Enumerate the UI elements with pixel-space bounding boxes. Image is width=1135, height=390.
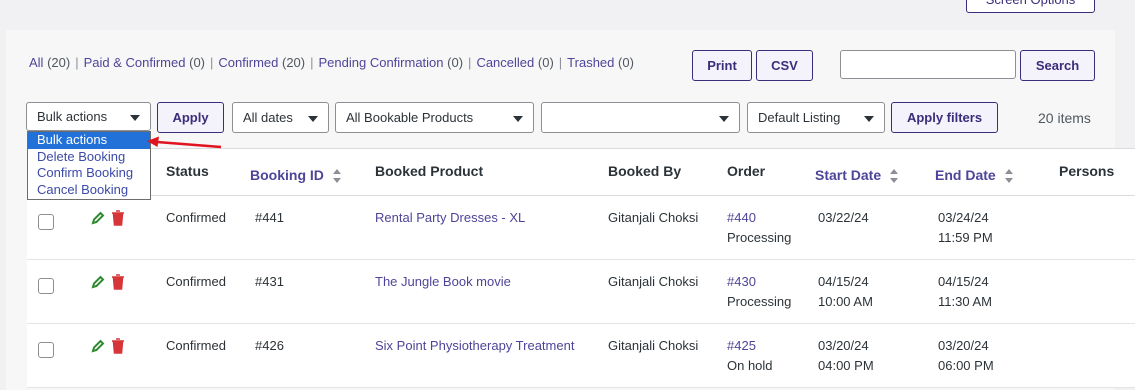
- chevron-down-icon: [719, 115, 729, 122]
- annotation-arrow-icon: [147, 136, 222, 149]
- row-checkbox[interactable]: [38, 278, 54, 294]
- order-status: On hold: [727, 358, 773, 373]
- screen-options-button[interactable]: Screen Options: [966, 0, 1095, 13]
- column-header-booking-id[interactable]: Booking ID: [250, 167, 342, 184]
- booked-product-link[interactable]: Six Point Physiotherapy Treatment: [375, 336, 574, 356]
- booked-by: Gitanjali Choksi: [608, 210, 699, 225]
- order-link[interactable]: #440: [727, 208, 756, 228]
- search-input[interactable]: [840, 50, 1016, 79]
- chevron-down-icon: [513, 115, 523, 122]
- separator: |: [468, 55, 472, 70]
- column-header-status: Status: [166, 163, 209, 179]
- status-link-cancelled[interactable]: Cancelled (0): [476, 55, 553, 70]
- trash-icon[interactable]: [111, 210, 125, 226]
- trash-icon[interactable]: [111, 274, 125, 290]
- booking-status: Confirmed: [166, 338, 226, 353]
- status-link-paid-confirmed[interactable]: Paid & Confirmed (0): [84, 55, 205, 70]
- status-filter-links: All (20) | Paid & Confirmed (0) | Confirmed …: [29, 55, 634, 70]
- bookings-table: Status Booking ID Booked Product Booked …: [27, 148, 1135, 388]
- dates-filter-select[interactable]: All dates: [232, 102, 329, 133]
- order-status: Processing: [727, 230, 792, 245]
- booking-id: #441: [255, 210, 284, 225]
- pencil-icon[interactable]: [91, 211, 105, 225]
- start-date: 04/15/24: [818, 274, 869, 289]
- items-count: 20 items: [1038, 110, 1091, 126]
- end-date: 03/24/24: [938, 210, 989, 225]
- start-date: 03/20/24: [818, 338, 869, 353]
- end-time: 11:30 AM: [938, 294, 992, 309]
- column-header-start-date[interactable]: Start Date: [815, 167, 899, 184]
- bulk-option-confirm-booking[interactable]: Confirm Booking: [28, 165, 150, 182]
- bulk-option-cancel-booking[interactable]: Cancel Booking: [28, 182, 150, 199]
- separator: |: [558, 55, 563, 70]
- bulk-option-bulk-actions[interactable]: Bulk actions: [28, 132, 150, 149]
- booking-id: #431: [255, 274, 284, 289]
- row-checkbox[interactable]: [38, 214, 54, 230]
- booking-status: Confirmed: [166, 210, 226, 225]
- status-link-confirmed[interactable]: Confirmed (20): [218, 55, 305, 70]
- separator: |: [310, 55, 314, 70]
- listing-filter-select[interactable]: Default Listing: [747, 102, 885, 133]
- bulk-option-delete-booking[interactable]: Delete Booking: [28, 149, 150, 166]
- booked-product-link[interactable]: Rental Party Dresses - XL: [375, 208, 525, 228]
- column-header-start-date-label: Start Date: [815, 167, 882, 183]
- booked-by: Gitanjali Choksi: [608, 274, 699, 289]
- table-row: Confirmed #441 Rental Party Dresses - XL…: [27, 196, 1135, 260]
- sort-icon: [890, 169, 899, 184]
- order-status: Processing: [727, 294, 792, 309]
- products-filter-select[interactable]: All Bookable Products: [335, 102, 534, 133]
- pencil-icon[interactable]: [91, 275, 105, 289]
- booking-status: Confirmed: [166, 274, 226, 289]
- row-checkbox[interactable]: [38, 342, 54, 358]
- sort-icon: [1004, 169, 1013, 184]
- pencil-icon[interactable]: [91, 339, 105, 353]
- separator: |: [210, 55, 214, 70]
- column-header-persons: Persons: [1059, 163, 1115, 179]
- column-header-booked-by: Booked By: [608, 163, 682, 179]
- products-filter-value: All Bookable Products: [346, 110, 474, 125]
- order-link[interactable]: #430: [727, 272, 756, 292]
- bulk-actions-select[interactable]: Bulk actions: [26, 102, 151, 131]
- end-date: 04/15/24: [938, 274, 989, 289]
- column-header-order: Order: [727, 163, 766, 179]
- listing-filter-value: Default Listing: [758, 110, 841, 125]
- booked-product-link[interactable]: The Jungle Book movie: [375, 272, 511, 292]
- dates-filter-value: All dates: [243, 110, 293, 125]
- bulk-actions-dropdown: Bulk actions Delete Booking Confirm Book…: [27, 131, 151, 200]
- search-button[interactable]: Search: [1020, 50, 1095, 81]
- start-time: 04:00 PM: [818, 358, 874, 373]
- table-row: Confirmed #431 The Jungle Book movie Git…: [27, 260, 1135, 324]
- sort-icon: [332, 169, 341, 184]
- start-date: 03/22/24: [818, 210, 869, 225]
- status-link-trashed[interactable]: Trashed (0): [567, 55, 634, 70]
- apply-filters-button[interactable]: Apply filters: [891, 102, 998, 133]
- chevron-down-icon: [308, 115, 318, 122]
- table-row: Confirmed #426 Six Point Physiotherapy T…: [27, 324, 1135, 388]
- separator: |: [75, 55, 79, 70]
- chevron-down-icon: [130, 114, 140, 121]
- end-date: 03/20/24: [938, 338, 989, 353]
- customer-filter-select[interactable]: [541, 102, 740, 133]
- end-time: 11:59 PM: [938, 230, 993, 245]
- column-header-booking-id-label: Booking ID: [250, 167, 324, 183]
- status-link-pending[interactable]: Pending Confirmation (0): [319, 55, 464, 70]
- bulk-actions-value: Bulk actions: [37, 109, 108, 124]
- order-link[interactable]: #425: [727, 336, 756, 356]
- column-header-end-date[interactable]: End Date: [935, 167, 1014, 184]
- end-time: 06:00 PM: [938, 358, 994, 373]
- start-time: 10:00 AM: [818, 294, 873, 309]
- column-header-booked-product: Booked Product: [375, 163, 484, 179]
- booking-id: #426: [255, 338, 284, 353]
- column-header-end-date-label: End Date: [935, 167, 996, 183]
- print-button[interactable]: Print: [692, 50, 752, 81]
- apply-button[interactable]: Apply: [157, 102, 224, 133]
- status-link-all[interactable]: All (20): [29, 55, 70, 70]
- csv-button[interactable]: CSV: [756, 50, 813, 81]
- chevron-down-icon: [864, 115, 874, 122]
- trash-icon[interactable]: [111, 338, 125, 354]
- booked-by: Gitanjali Choksi: [608, 338, 699, 353]
